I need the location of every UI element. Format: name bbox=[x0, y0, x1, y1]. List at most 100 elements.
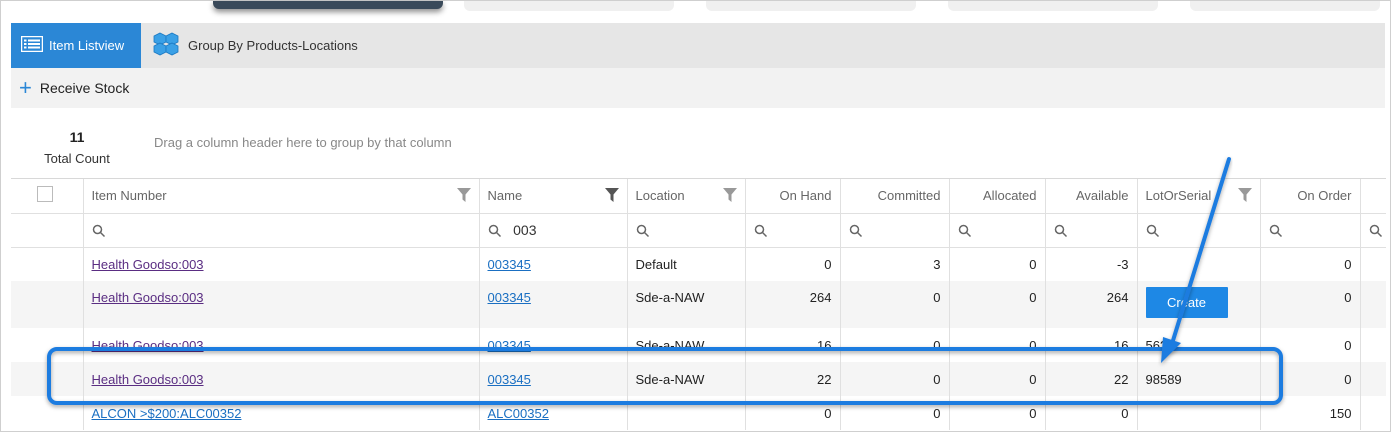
name-link[interactable]: 003345 bbox=[488, 257, 531, 272]
row-select-cell[interactable] bbox=[11, 362, 84, 396]
cell-on-order: 0 bbox=[1260, 281, 1361, 328]
item-number-link[interactable]: Health Goodso:003 bbox=[92, 290, 204, 305]
filter-allocated[interactable] bbox=[949, 213, 1046, 248]
column-label: Item Number bbox=[91, 188, 167, 204]
cell-available: 22 bbox=[1045, 362, 1138, 396]
filter-icon[interactable] bbox=[456, 188, 471, 202]
cell-committed: 3 bbox=[840, 247, 950, 281]
column-header-available[interactable]: Available bbox=[1045, 179, 1138, 214]
column-header-allocated[interactable]: Allocated bbox=[949, 179, 1046, 214]
column-header-lot-or-serial[interactable]: LotOrSerial bbox=[1137, 179, 1261, 214]
filter-icon[interactable] bbox=[1237, 188, 1252, 202]
column-header-committed[interactable]: Committed bbox=[840, 179, 950, 214]
search-icon bbox=[958, 224, 971, 237]
filter-row: 003 bbox=[11, 213, 1386, 248]
select-all-checkbox[interactable] bbox=[37, 186, 53, 203]
create-lot-button[interactable]: Create bbox=[1145, 287, 1228, 318]
select-all-cell bbox=[11, 179, 84, 214]
filter-icon[interactable] bbox=[604, 188, 619, 202]
plus-icon: + bbox=[19, 75, 32, 100]
tab-label: Group By Products-Locations bbox=[188, 38, 358, 53]
name-link[interactable]: 003345 bbox=[488, 338, 531, 353]
cell-empty bbox=[1360, 281, 1386, 328]
boxes-icon bbox=[152, 32, 182, 59]
cell-available: 0 bbox=[1045, 396, 1138, 430]
row-select-cell[interactable] bbox=[11, 328, 84, 362]
item-number-link[interactable]: Health Goodso:003 bbox=[92, 338, 204, 353]
cell-allocated: 0 bbox=[949, 281, 1046, 328]
column-header-name[interactable]: Name bbox=[479, 179, 628, 214]
column-header-item-number[interactable]: Item Number bbox=[83, 179, 480, 214]
name-link[interactable]: ALC00352 bbox=[488, 406, 549, 421]
group-drop-zone[interactable]: Drag a column header here to group by th… bbox=[154, 135, 452, 150]
cell-item-number: Health Goodso:003 bbox=[83, 362, 480, 396]
cell-on-order: 0 bbox=[1260, 362, 1361, 396]
cell-name: 003345 bbox=[479, 362, 628, 396]
filter-extra[interactable] bbox=[1360, 213, 1386, 248]
filter-lot-or-serial[interactable] bbox=[1137, 213, 1261, 248]
cell-allocated: 0 bbox=[949, 362, 1046, 396]
cell-empty bbox=[1360, 328, 1386, 362]
table-row[interactable]: Health Goodso:003 003345 Default 0 3 0 -… bbox=[11, 247, 1386, 281]
inventory-grid: Item Number Name Location On Hand Commit… bbox=[11, 178, 1386, 430]
cell-on-hand: 22 bbox=[745, 362, 841, 396]
item-number-link[interactable]: ALCON >$200:ALC00352 bbox=[92, 406, 242, 421]
search-icon bbox=[488, 225, 501, 238]
filter-item-number[interactable] bbox=[83, 213, 480, 248]
row-select-cell[interactable] bbox=[11, 281, 84, 328]
header-row: Item Number Name Location On Hand Commit… bbox=[11, 179, 1386, 214]
filter-icon[interactable] bbox=[722, 188, 737, 202]
cell-item-number: Health Goodso:003 bbox=[83, 328, 480, 362]
cell-lot-or-serial: 56?? bbox=[1137, 328, 1261, 362]
total-count-value: 11 bbox=[69, 129, 85, 145]
name-link[interactable]: 003345 bbox=[488, 290, 531, 305]
cell-item-number: Health Goodso:003 bbox=[83, 247, 480, 281]
cell-location bbox=[627, 396, 746, 430]
column-header-on-hand[interactable]: On Hand bbox=[745, 179, 841, 214]
filter-name[interactable]: 003 bbox=[479, 213, 628, 248]
filter-available[interactable] bbox=[1045, 213, 1138, 248]
cell-name: 003345 bbox=[479, 328, 628, 362]
name-link[interactable]: 003345 bbox=[488, 372, 531, 387]
cell-allocated: 0 bbox=[949, 396, 1046, 430]
top-tab bbox=[706, 1, 916, 11]
cell-lot-or-serial: Create bbox=[1137, 281, 1261, 328]
tab-label: Item Listview bbox=[49, 38, 125, 53]
app-window: Item Listview Group By Products-Location… bbox=[0, 0, 1391, 432]
filter-committed[interactable] bbox=[840, 213, 950, 248]
cell-on-hand: 0 bbox=[745, 247, 841, 281]
tab-item-listview[interactable]: Item Listview bbox=[11, 23, 141, 68]
row-select-cell[interactable] bbox=[11, 396, 84, 430]
cell-on-hand: 16 bbox=[745, 328, 841, 362]
cell-available: 16 bbox=[1045, 328, 1138, 362]
cell-on-order: 0 bbox=[1260, 328, 1361, 362]
search-icon bbox=[1269, 224, 1282, 237]
column-header-location[interactable]: Location bbox=[627, 179, 746, 214]
cell-name: 003345 bbox=[479, 247, 628, 281]
cell-on-hand: 0 bbox=[745, 396, 841, 430]
cell-item-number: ALCON >$200:ALC00352 bbox=[83, 396, 480, 430]
tab-group-by-products-locations[interactable]: Group By Products-Locations bbox=[148, 23, 388, 68]
table-row[interactable]: Health Goodso:003 003345 Sde-a-NAW 264 0… bbox=[11, 281, 1386, 328]
table-row[interactable]: Health Goodso:003 003345 Sde-a-NAW 16 0 … bbox=[11, 328, 1386, 362]
cell-lot-or-serial: 98589 bbox=[1137, 362, 1261, 396]
column-header-on-order[interactable]: On Order bbox=[1260, 179, 1361, 214]
column-label: Location bbox=[635, 188, 685, 204]
item-number-link[interactable]: Health Goodso:003 bbox=[92, 257, 204, 272]
cell-location: Sde-a-NAW bbox=[627, 362, 746, 396]
filter-location[interactable] bbox=[627, 213, 746, 248]
row-select-cell[interactable] bbox=[11, 247, 84, 281]
cell-committed: 0 bbox=[840, 281, 950, 328]
item-number-link[interactable]: Health Goodso:003 bbox=[92, 372, 204, 387]
cell-name: 003345 bbox=[479, 281, 628, 328]
table-row-highlighted[interactable]: Health Goodso:003 003345 Sde-a-NAW 22 0 … bbox=[11, 362, 1386, 396]
filter-on-order[interactable] bbox=[1260, 213, 1361, 248]
table-row[interactable]: ALCON >$200:ALC00352 ALC00352 0 0 0 0 15… bbox=[11, 396, 1386, 430]
filter-on-hand[interactable] bbox=[745, 213, 841, 248]
search-icon bbox=[636, 224, 649, 237]
toolbar: + Receive Stock bbox=[11, 68, 1385, 108]
list-icon bbox=[20, 35, 44, 55]
cell-empty bbox=[1360, 247, 1386, 281]
receive-stock-button[interactable]: Receive Stock bbox=[40, 80, 129, 96]
search-icon bbox=[1369, 224, 1382, 237]
